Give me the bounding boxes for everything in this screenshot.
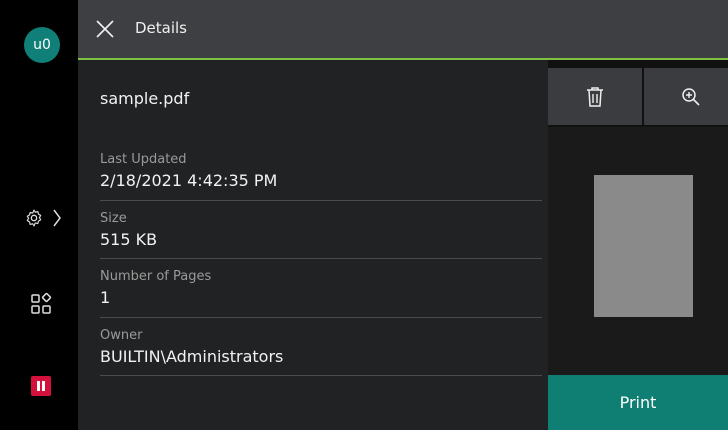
property-value: 2/18/2021 4:42:35 PM [100, 171, 278, 190]
document-preview-area [548, 127, 728, 375]
divider [100, 375, 542, 376]
print-button[interactable]: Print [548, 375, 728, 430]
property-number-of-pages: Number of Pages 1 [100, 269, 540, 307]
property-value: BUILTIN\Administrators [100, 347, 284, 366]
property-last-updated: Last Updated 2/18/2021 4:42:35 PM [100, 152, 540, 190]
preview-panel: Print [548, 60, 728, 430]
zoom-in-icon [682, 87, 700, 106]
property-owner: Owner BUILTIN\Administrators [100, 328, 540, 366]
gear-icon [26, 209, 42, 227]
settings-button[interactable] [24, 200, 74, 236]
user-avatar[interactable]: u0 [24, 27, 60, 63]
property-size: Size 515 KB [100, 211, 540, 249]
property-label: Owner [100, 328, 143, 343]
property-value: 515 KB [100, 230, 158, 249]
page-thumbnail[interactable] [594, 175, 693, 317]
property-label: Last Updated [100, 152, 187, 167]
property-label: Number of Pages [100, 269, 212, 284]
property-label: Size [100, 211, 127, 226]
apps-icon[interactable] [29, 292, 53, 316]
details-panel: sample.pdf Last Updated 2/18/2021 4:42:3… [78, 60, 548, 430]
chevron-right-icon [53, 209, 61, 227]
divider [100, 317, 542, 318]
pause-icon-bar [42, 381, 45, 391]
divider [100, 258, 542, 259]
zoom-button[interactable] [644, 68, 728, 125]
pause-icon [37, 381, 40, 391]
header-bar: Details [78, 0, 728, 58]
delete-button[interactable] [548, 68, 642, 125]
file-name: sample.pdf [100, 89, 190, 108]
close-icon[interactable] [94, 18, 116, 40]
page-title: Details [135, 19, 188, 37]
property-value: 1 [100, 288, 111, 307]
left-rail: u0 [0, 0, 78, 430]
divider [100, 200, 542, 201]
trash-icon [587, 86, 603, 107]
pause-button[interactable] [31, 376, 51, 396]
